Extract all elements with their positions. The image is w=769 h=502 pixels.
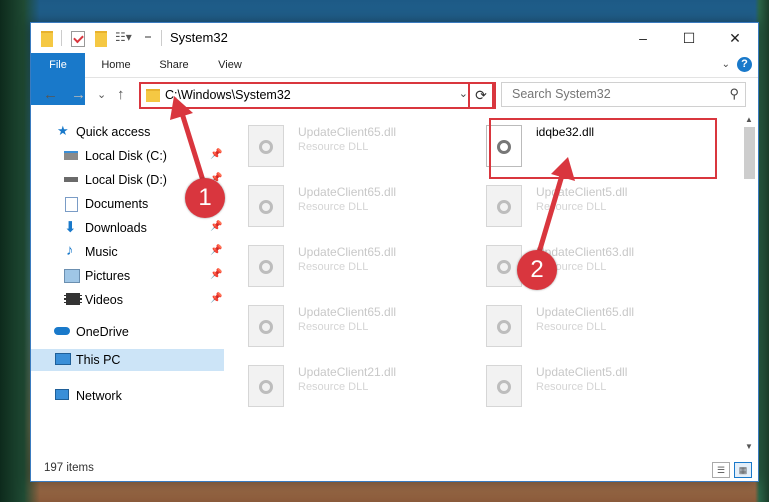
arrow-2-head <box>551 157 575 181</box>
annotation-arrows <box>170 96 575 257</box>
step-badge-2: 2 <box>517 250 557 290</box>
arrow-2 <box>535 171 566 257</box>
step-badge-1: 1 <box>185 178 225 218</box>
arrow-1-head <box>170 96 193 120</box>
arrow-1 <box>178 109 208 188</box>
